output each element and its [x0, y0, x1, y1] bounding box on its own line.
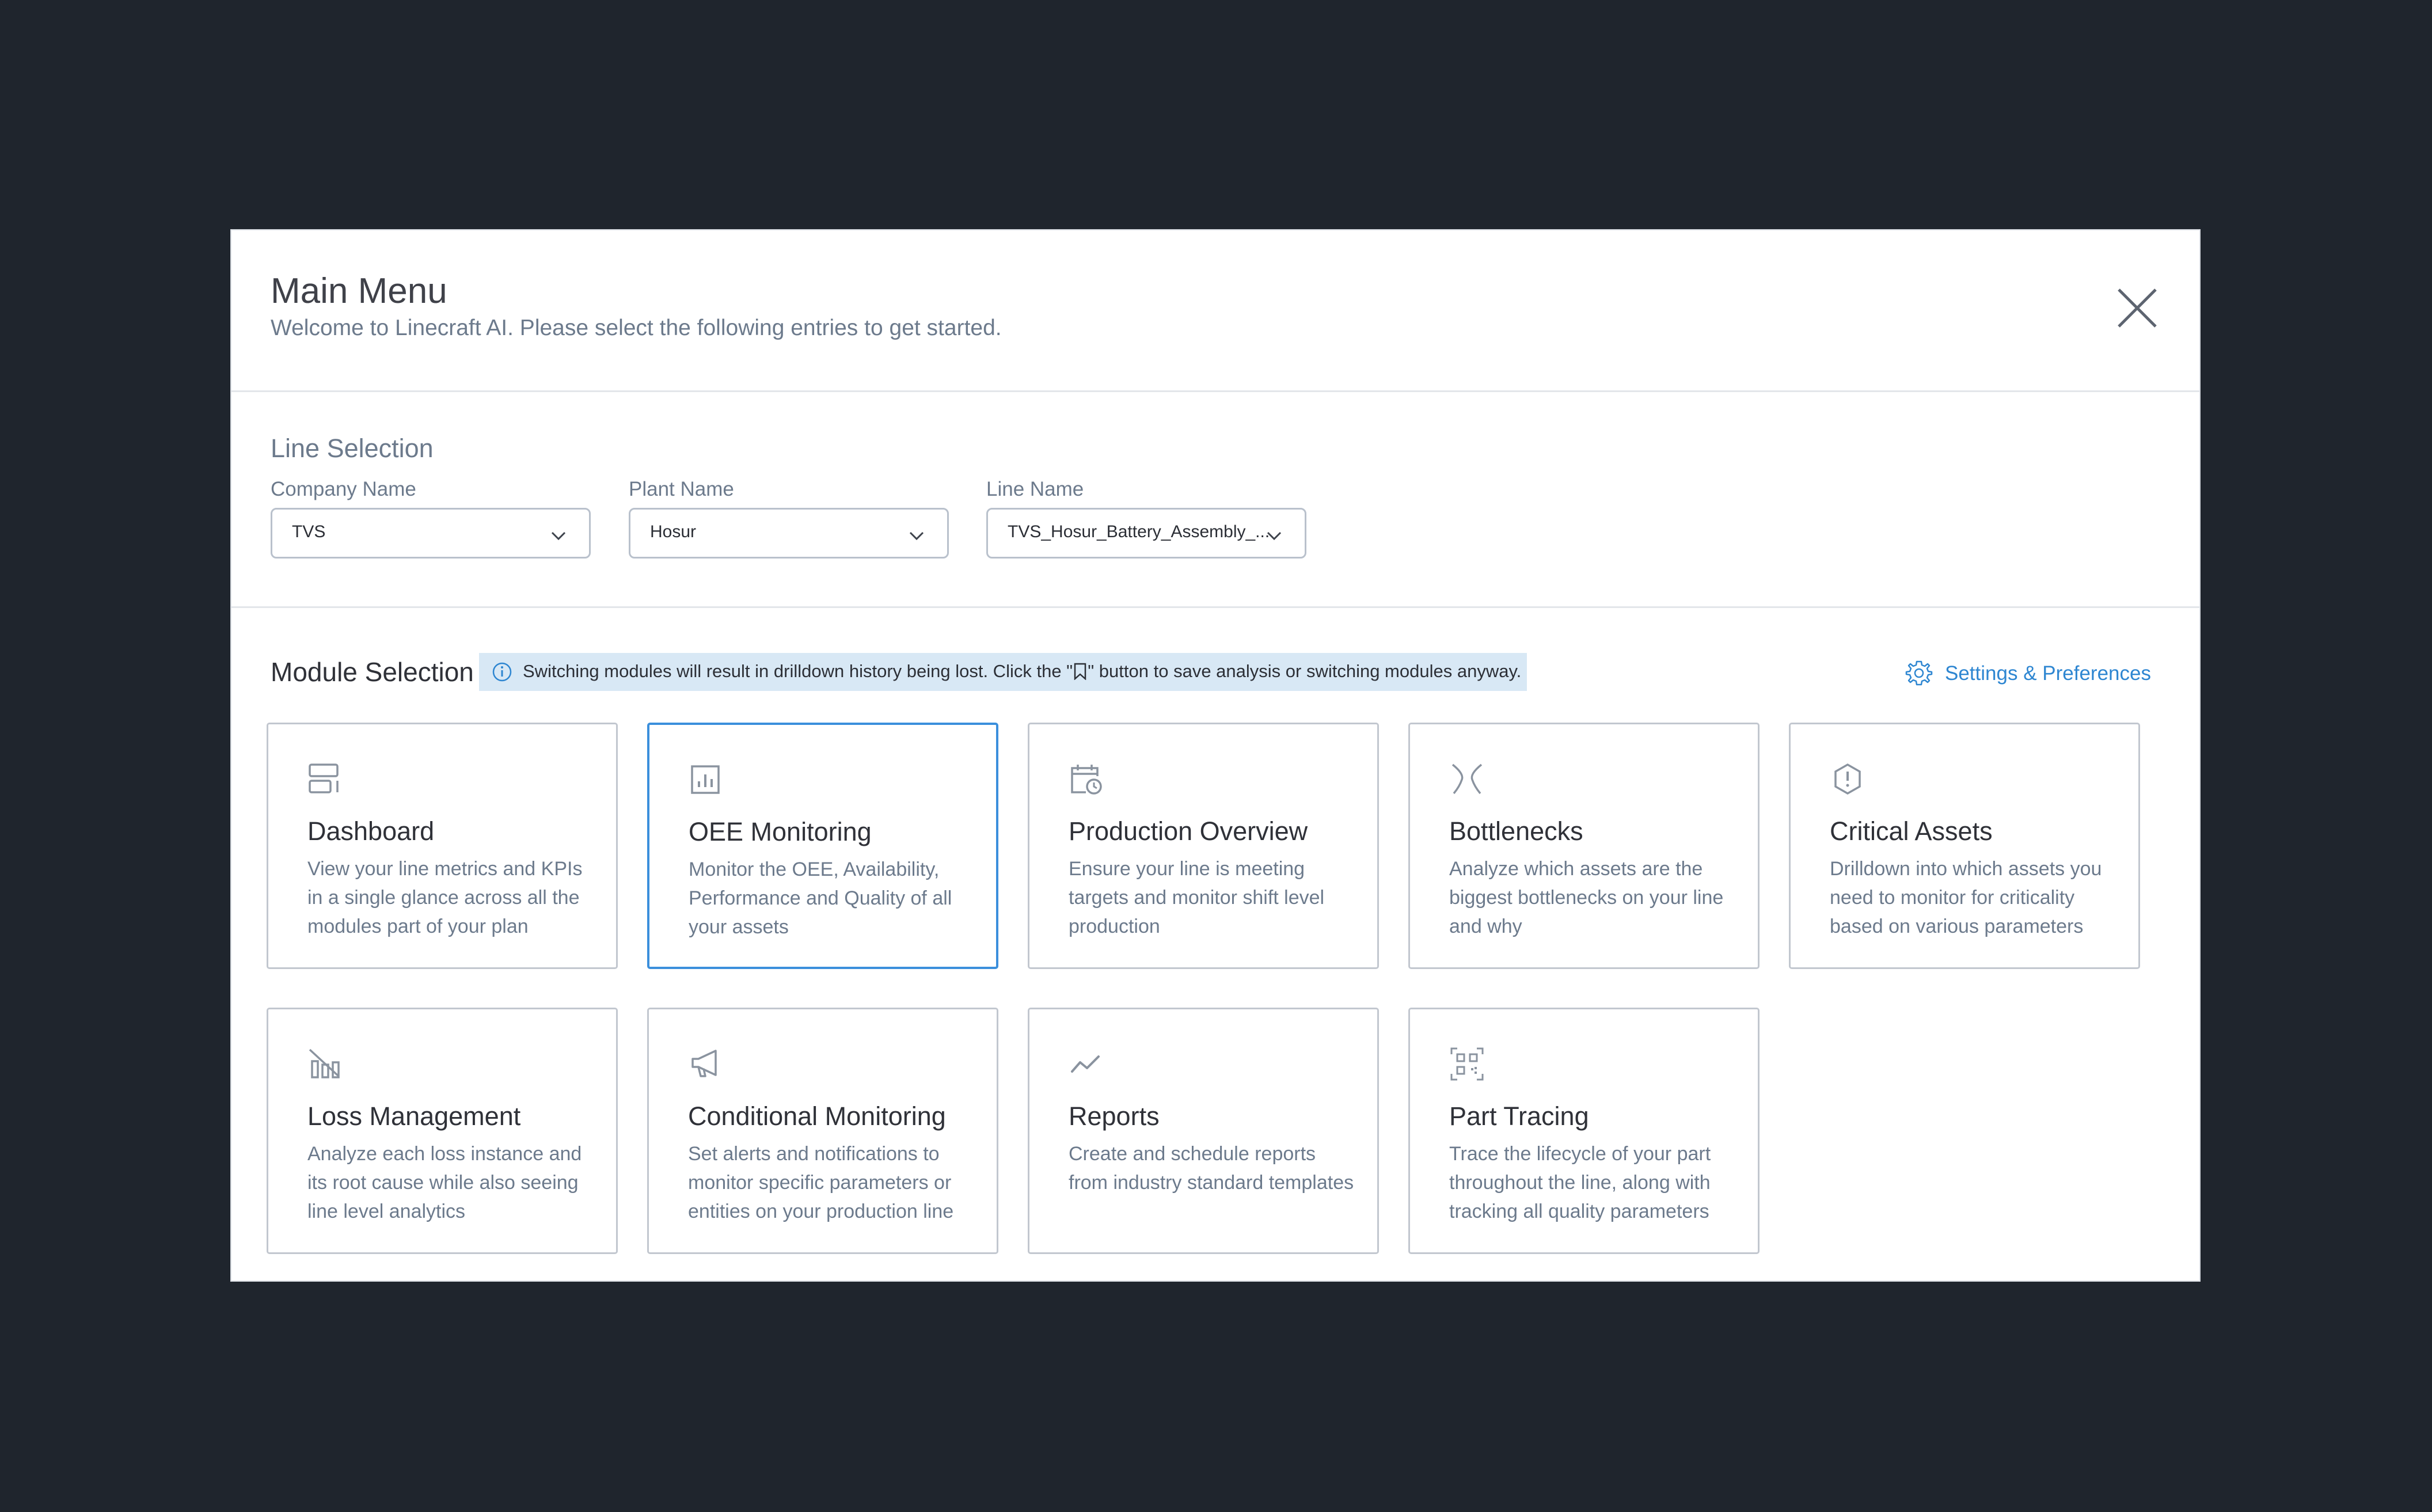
module-card-oee-monitoring[interactable]: OEE Monitoring Monitor the OEE, Availabi…	[647, 723, 998, 969]
module-title: Reports	[1069, 1101, 1160, 1131]
trend-icon	[1071, 1055, 1100, 1073]
module-card-reports[interactable]: Reports Create and schedule reports from…	[1028, 1008, 1379, 1254]
dashboard-icon	[309, 763, 339, 793]
line-selection-title: Line Selection	[271, 434, 434, 463]
module-description: Analyze each loss instance and its root …	[307, 1143, 582, 1222]
plant-name-label: Plant Name	[629, 478, 734, 500]
notice-text-after: " button to save analysis or switching m…	[1088, 661, 1522, 681]
alert-shield-icon	[1834, 763, 1861, 795]
line-name-label: Line Name	[986, 478, 1084, 500]
module-title: Production Overview	[1069, 816, 1308, 846]
modal-header: Main Menu Welcome to Linecraft AI. Pleas…	[231, 230, 2199, 392]
company-name-label: Company Name	[271, 478, 416, 500]
chevron-down-icon	[551, 531, 566, 541]
gear-icon	[1905, 660, 1933, 686]
line-selection-section: Line Selection Company Name TVS Plant Na…	[231, 390, 2199, 608]
line-name-value: TVS_Hosur_Battery_Assembly_...	[1008, 522, 1270, 541]
module-card-critical-assets[interactable]: Critical Assets Drilldown into which ass…	[1789, 723, 2140, 969]
module-card-loss-management[interactable]: Loss Management Analyze each loss instan…	[267, 1008, 618, 1254]
chevron-down-icon	[909, 531, 924, 541]
module-card-dashboard[interactable]: Dashboard View your line metrics and KPI…	[267, 723, 618, 969]
module-description: Monitor the OEE, Availability, Performan…	[689, 858, 952, 938]
company-name-value: TVS	[292, 522, 326, 541]
module-switch-notice: Switching modules will result in drilldo…	[479, 653, 1527, 691]
module-title: Critical Assets	[1830, 816, 1993, 846]
chevron-down-icon	[1267, 531, 1282, 541]
calendar-clock-icon	[1071, 765, 1102, 795]
module-title: Dashboard	[307, 816, 435, 846]
notice-text-before: Switching modules will result in drilldo…	[523, 661, 1073, 681]
module-description: Trace the lifecycle of your part through…	[1449, 1143, 1711, 1222]
modal-title: Main Menu	[271, 271, 447, 311]
loss-chart-icon	[309, 1048, 340, 1078]
modal-subtitle: Welcome to Linecraft AI. Please select t…	[271, 316, 1002, 340]
plant-name-value: Hosur	[650, 522, 697, 541]
bookmark-icon	[1074, 663, 1086, 680]
module-card-bottlenecks[interactable]: Bottlenecks Analyze which assets are the…	[1408, 723, 1760, 969]
bar-chart-icon	[691, 765, 720, 794]
module-title: Part Tracing	[1449, 1101, 1589, 1131]
module-description: Create and schedule reports from industr…	[1069, 1143, 1354, 1194]
module-description: Drilldown into which assets you need to …	[1830, 858, 2102, 937]
company-name-select[interactable]: TVS	[271, 508, 591, 559]
module-description: Ensure your line is meeting targets and …	[1069, 858, 1325, 937]
qr-scan-icon	[1450, 1047, 1484, 1081]
settings-preferences-label: Settings & Preferences	[1945, 662, 2151, 685]
line-name-select[interactable]: TVS_Hosur_Battery_Assembly_...	[986, 508, 1306, 559]
module-title: Bottlenecks	[1449, 816, 1583, 846]
module-card-production-overview[interactable]: Production Overview Ensure your line is …	[1028, 723, 1379, 969]
module-description: Analyze which assets are the biggest bot…	[1449, 858, 1724, 937]
main-menu-modal: Main Menu Welcome to Linecraft AI. Pleas…	[230, 229, 2201, 1282]
module-description: Set alerts and notifications to monitor …	[688, 1143, 954, 1222]
module-title: Conditional Monitoring	[688, 1101, 946, 1131]
info-icon	[492, 662, 512, 682]
module-title: OEE Monitoring	[689, 817, 872, 846]
notice-text: Switching modules will result in drilldo…	[523, 661, 1521, 682]
close-icon[interactable]	[2114, 285, 2160, 331]
module-selection-title: Module Selection	[271, 657, 474, 687]
module-card-conditional-monitoring[interactable]: Conditional Monitoring Set alerts and no…	[647, 1008, 998, 1254]
module-title: Loss Management	[307, 1101, 521, 1131]
module-description: View your line metrics and KPIs in a sin…	[307, 858, 583, 937]
megaphone-icon	[691, 1050, 717, 1077]
bottleneck-icon	[1451, 763, 1483, 795]
module-card-part-tracing[interactable]: Part Tracing Trace the lifecycle of your…	[1408, 1008, 1760, 1254]
plant-name-select[interactable]: Hosur	[629, 508, 949, 559]
